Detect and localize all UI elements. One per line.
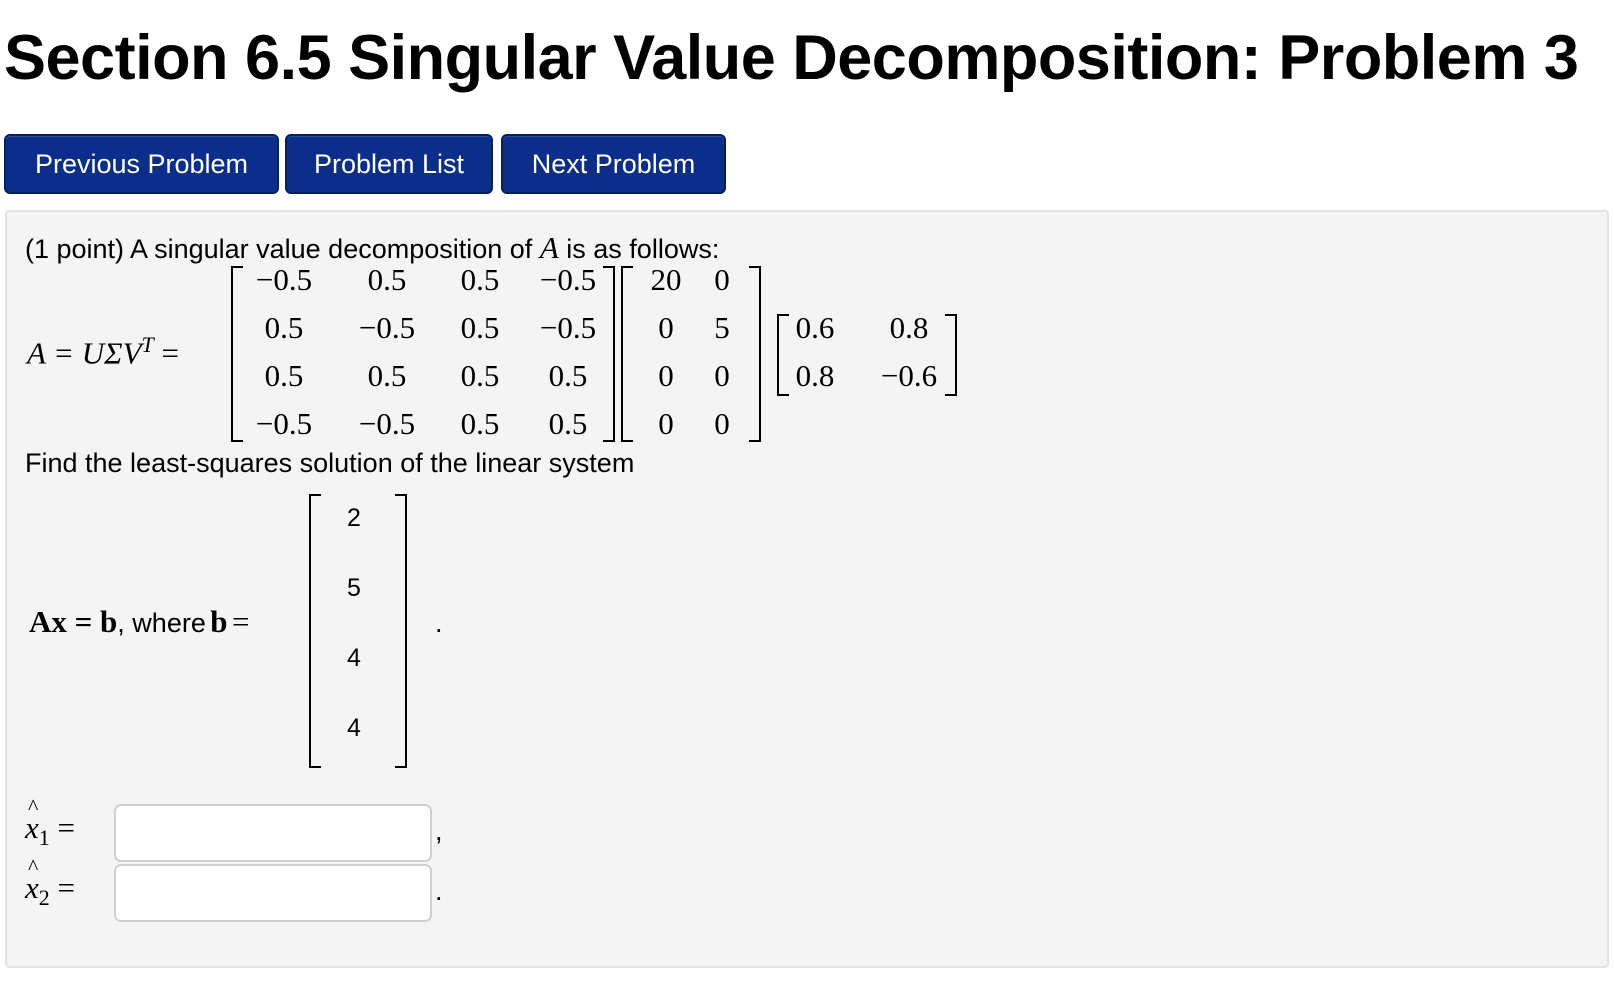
u-cell: 0.5 (460, 310, 500, 345)
u-cell: 0.5 (264, 358, 304, 393)
b-var: b (210, 604, 228, 639)
vt-cell: 0.6 (795, 310, 835, 345)
intro-suffix: is as follows: (566, 234, 720, 264)
sigma-cell: 0 (714, 262, 730, 297)
svd-lhs: A = UΣV (27, 335, 142, 371)
where-text: , where (117, 608, 206, 638)
vector-b-right-bracket (395, 494, 407, 768)
b-cell: 4 (347, 644, 361, 672)
matrix-sigma-right-bracket (749, 266, 761, 442)
page-title: Section 6.5 Singular Value Decomposition… (4, 23, 1579, 93)
x-hat-sub: 2 (38, 885, 50, 911)
sigma-cell: 5 (714, 310, 730, 345)
intro-var: A (539, 230, 559, 265)
answer-x1-input[interactable] (114, 804, 432, 862)
answer-2-period: . (435, 876, 443, 906)
problem-intro: (1 point) A singular value decomposition… (25, 230, 719, 266)
intro-prefix: (1 point) A singular value decomposition… (25, 234, 533, 264)
svd-equation-lhs: A = UΣVT = (27, 332, 179, 371)
sigma-cell: 20 (650, 262, 682, 297)
svd-sup: T (141, 332, 154, 357)
u-cell: 0.5 (548, 406, 588, 441)
answer-1-equals: = (57, 810, 75, 845)
vector-b-left-bracket (309, 494, 321, 768)
answer-1-label: x1 = (25, 794, 75, 851)
answer-1-comma: , (435, 816, 443, 846)
x-hat-sub: 1 (38, 825, 50, 851)
sigma-cell: 0 (658, 406, 674, 441)
u-cell: 0.5 (460, 262, 500, 297)
u-cell: −0.5 (539, 262, 597, 297)
u-cell: 0.5 (264, 310, 304, 345)
x-hat-var: x (25, 794, 39, 846)
problem-panel: (1 point) A singular value decomposition… (5, 210, 1609, 968)
answer-2-label: x2 = (25, 854, 75, 911)
sigma-cell: 0 (714, 358, 730, 393)
sigma-cell: 0 (658, 310, 674, 345)
u-cell: −0.5 (255, 262, 313, 297)
problem-list-button[interactable]: Problem List (285, 134, 493, 194)
u-cell: 0.5 (367, 358, 407, 393)
b-cell: 2 (347, 504, 361, 532)
vt-cell: 0.8 (889, 310, 929, 345)
u-cell: −0.5 (358, 406, 416, 441)
answer-2-equals: = (57, 870, 75, 905)
u-cell: −0.5 (539, 310, 597, 345)
x-hat-var: x (25, 854, 39, 906)
system-lhs: Ax = b (29, 604, 118, 639)
b-equals: = (232, 604, 250, 639)
system-period: . (435, 608, 443, 638)
b-cell: 4 (347, 714, 361, 742)
u-cell: 0.5 (367, 262, 407, 297)
system-equation: Ax = b, where b = (29, 604, 249, 640)
next-problem-button[interactable]: Next Problem (501, 134, 726, 194)
find-instruction: Find the least-squares solution of the l… (25, 448, 635, 478)
u-cell: 0.5 (460, 406, 500, 441)
svd-equals: = (161, 335, 180, 371)
u-cell: −0.5 (255, 406, 313, 441)
u-cell: 0.5 (460, 358, 500, 393)
sigma-cell: 0 (658, 358, 674, 393)
sigma-cell: 0 (714, 406, 730, 441)
vt-cell: 0.8 (795, 358, 835, 393)
u-cell: 0.5 (548, 358, 588, 393)
u-cell: −0.5 (358, 310, 416, 345)
previous-problem-button[interactable]: Previous Problem (4, 134, 279, 194)
vt-cell: −0.6 (880, 358, 938, 393)
b-cell: 5 (347, 574, 361, 602)
answer-x2-input[interactable] (114, 864, 432, 922)
